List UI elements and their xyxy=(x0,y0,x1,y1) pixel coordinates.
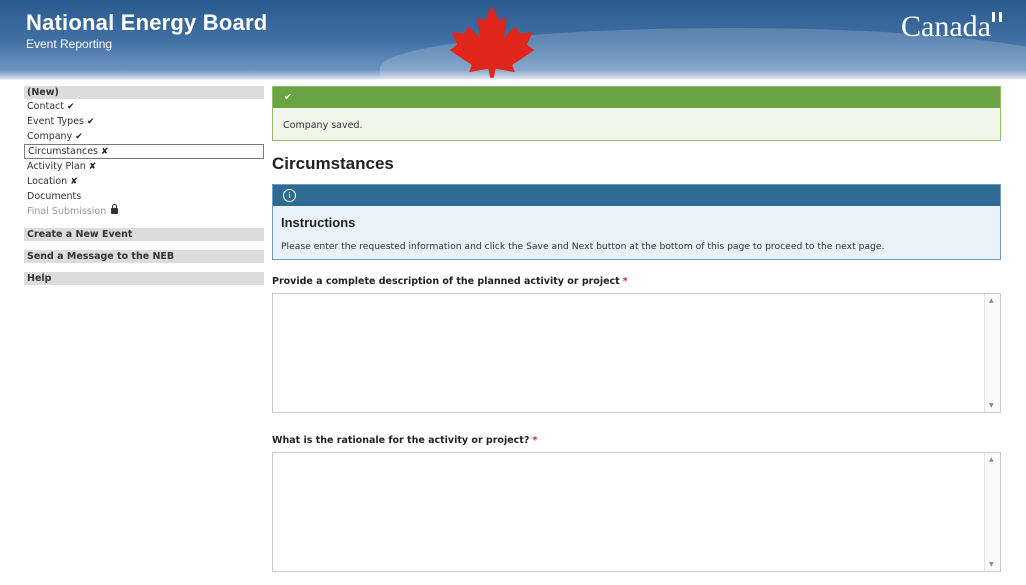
create-new-event-link[interactable]: Create a New Event xyxy=(24,228,264,241)
success-alert: ✔ Company saved. xyxy=(272,86,1001,141)
cross-icon: ✘ xyxy=(88,162,97,172)
rationale-field-wrapper: ▲ ▼ xyxy=(272,452,1001,572)
instructions-panel: i Instructions Please enter the requeste… xyxy=(272,184,1001,260)
sidebar-item-event-types[interactable]: Event Types ✔ xyxy=(24,114,264,129)
scroll-down-icon[interactable]: ▼ xyxy=(989,561,994,568)
maple-leaf-icon xyxy=(449,6,535,78)
scroll-up-icon[interactable]: ▲ xyxy=(989,456,994,463)
sidebar-heading: (New) xyxy=(24,86,264,99)
sidebar-item-activity-plan[interactable]: Activity Plan ✘ xyxy=(24,159,264,174)
instructions-bar: i xyxy=(273,185,1000,206)
sidebar-item-company[interactable]: Company ✔ xyxy=(24,129,264,144)
help-link[interactable]: Help xyxy=(24,272,264,285)
check-icon: ✔ xyxy=(284,92,293,103)
step-list: Contact ✔ Event Types ✔ Company ✔ Circumsta… xyxy=(24,99,264,219)
cross-icon: ✘ xyxy=(101,147,109,157)
required-mark: * xyxy=(532,435,538,446)
rationale-scrollbar[interactable]: ▲ ▼ xyxy=(984,453,1000,571)
send-message-link[interactable]: Send a Message to the NEB xyxy=(24,250,264,263)
rationale-textarea[interactable] xyxy=(273,453,1000,571)
instructions-text: Please enter the requested information a… xyxy=(281,241,885,252)
content-area: ✔ Company saved. Circumstances i Instruc… xyxy=(272,86,1001,572)
success-alert-bar: ✔ xyxy=(273,87,1000,108)
required-mark: * xyxy=(622,276,628,287)
scroll-down-icon[interactable]: ▼ xyxy=(989,402,994,409)
sidebar-item-documents[interactable]: Documents xyxy=(24,189,264,204)
description-label: Provide a complete description of the pl… xyxy=(272,276,628,287)
sidebar: (New) Contact ✔ Event Types ✔ Company ✔ Cir… xyxy=(24,86,264,285)
description-field-wrapper: ▲ ▼ xyxy=(272,293,1001,413)
canada-wordmark: Canada xyxy=(901,10,1002,44)
check-icon: ✔ xyxy=(75,132,83,142)
lock-icon xyxy=(111,204,119,214)
sidebar-item-contact[interactable]: Contact ✔ xyxy=(24,99,264,114)
sidebar-item-circumstances[interactable]: Circumstances ✘ xyxy=(24,144,264,159)
rationale-label: What is the rationale for the activity o… xyxy=(272,435,538,446)
check-icon: ✔ xyxy=(87,117,95,127)
description-scrollbar[interactable]: ▲ ▼ xyxy=(984,294,1000,412)
instructions-title: Instructions xyxy=(281,215,356,230)
check-icon: ✔ xyxy=(66,102,75,112)
description-textarea[interactable] xyxy=(273,294,1000,412)
cross-icon: ✘ xyxy=(70,177,78,187)
site-header: National Energy Board Event Reporting Ca… xyxy=(0,0,1026,80)
sidebar-item-location[interactable]: Location ✘ xyxy=(24,174,264,189)
org-title[interactable]: National Energy Board xyxy=(26,10,267,36)
success-message: Company saved. xyxy=(283,120,363,131)
wordmark-flag-icon xyxy=(992,12,1002,22)
info-icon: i xyxy=(283,189,296,202)
scroll-up-icon[interactable]: ▲ xyxy=(989,297,994,304)
app-subtitle: Event Reporting xyxy=(26,37,113,51)
page-title: Circumstances xyxy=(272,154,394,173)
sidebar-item-final-submission: Final Submission xyxy=(24,204,264,219)
